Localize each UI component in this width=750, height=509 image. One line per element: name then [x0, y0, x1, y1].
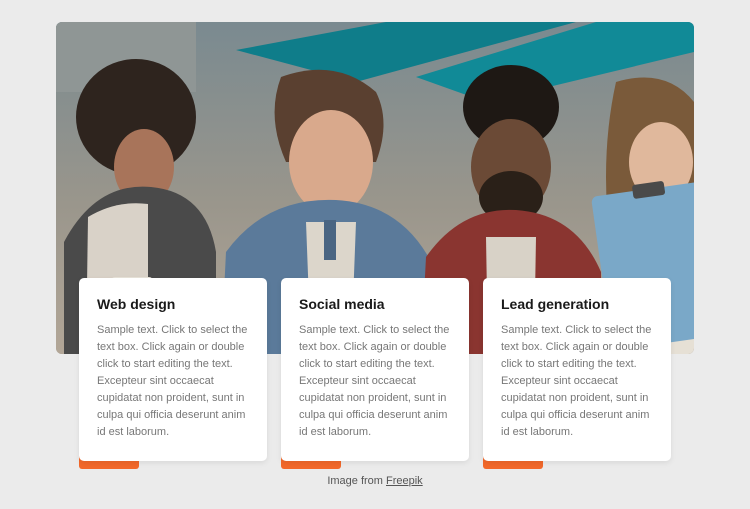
card-body: Sample text. Click to select the text bo… — [299, 322, 451, 441]
card-social-media[interactable]: Social media Sample text. Click to selec… — [281, 278, 469, 461]
card-body: Sample text. Click to select the text bo… — [501, 322, 653, 441]
cards-row: Web design Sample text. Click to select … — [79, 278, 671, 461]
image-attribution: Image from Freepik — [0, 475, 750, 487]
card-title: Web design — [97, 296, 249, 312]
card-title: Social media — [299, 296, 451, 312]
card-lead-generation[interactable]: Lead generation Sample text. Click to se… — [483, 278, 671, 461]
card-title: Lead generation — [501, 296, 653, 312]
card-web-design[interactable]: Web design Sample text. Click to select … — [79, 278, 267, 461]
attribution-link[interactable]: Freepik — [386, 475, 423, 487]
card-body: Sample text. Click to select the text bo… — [97, 322, 249, 441]
attribution-prefix: Image from — [327, 475, 386, 487]
